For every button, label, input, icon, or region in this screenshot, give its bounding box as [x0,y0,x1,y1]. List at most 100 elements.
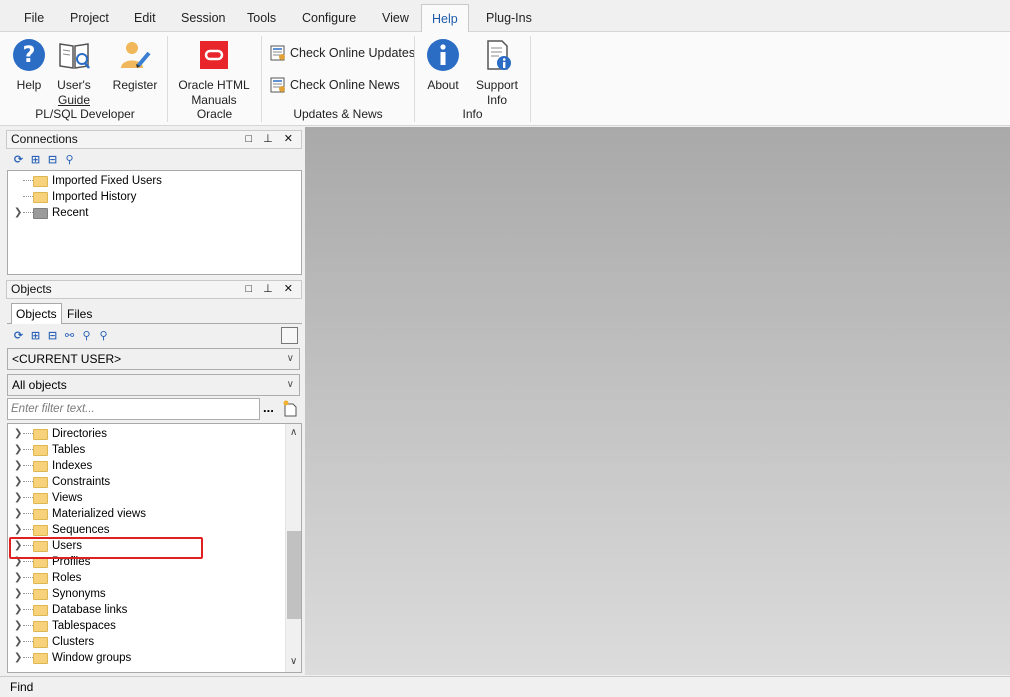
tree-node-synonyms[interactable]: ❯ Synonyms [8,586,283,602]
check-online-news-button[interactable]: Check Online News [270,74,400,96]
menu-view[interactable]: View [372,5,419,32]
connect-icon[interactable]: ⚲ [61,153,78,166]
news-icon [270,77,285,93]
chevron-right-icon[interactable]: ❯ [14,426,22,442]
tab-files[interactable]: Files [63,304,96,325]
connections-tree: Imported Fixed Users Imported History ❯ … [7,170,302,275]
check-online-updates-button[interactable]: Check Online Updates [270,42,415,64]
tree-node-clusters[interactable]: ❯ Clusters [8,634,283,650]
collapse-all-icon[interactable]: ⊟ [44,329,61,342]
objects-scrollbar[interactable]: ∧ ∨ [285,424,301,672]
filter-input[interactable]: Enter filter text... [7,398,260,420]
tree-node-label: Window groups [52,652,132,664]
tree-node-constraints[interactable]: ❯ Constraints [8,474,283,490]
users-guide-label-2: Guide [57,93,91,107]
chevron-right-icon[interactable]: ❯ [14,506,22,522]
panel-header-buttons[interactable]: □ ⊥ ✕ [245,131,297,148]
svg-text:?: ? [23,43,36,68]
scroll-down-icon[interactable]: ∨ [290,656,297,667]
scroll-up-icon[interactable]: ∧ [290,427,297,438]
object-type-select[interactable]: All objects ∨ [7,374,300,396]
tree-node-tablespaces[interactable]: ❯ Tablespaces [8,618,283,634]
chevron-right-icon[interactable]: ❯ [14,205,22,221]
tree-node-roles[interactable]: ❯ Roles [8,570,283,586]
menu-session[interactable]: Session [171,5,235,32]
oracle-html-manuals-button[interactable]: Oracle HTML Manuals [176,38,252,108]
support-label-2: Info [486,93,507,107]
new-filter-icon[interactable] [282,400,298,417]
menu-tools[interactable]: Tools [237,5,286,32]
chevron-right-icon[interactable]: ❯ [14,522,22,538]
folder-icon [33,493,48,504]
help-button[interactable]: ? Help [10,38,48,93]
oracle-html-label-2: Manuals [191,93,237,107]
chevron-right-icon[interactable]: ❯ [14,458,22,474]
chevron-right-icon[interactable]: ❯ [14,586,22,602]
tree-node-views[interactable]: ❯ Views [8,490,283,506]
chevron-right-icon[interactable]: ❯ [14,602,22,618]
support-label-1: Support [475,78,519,92]
menu-file[interactable]: File [14,5,54,32]
folder-icon [33,461,48,472]
support-info-button[interactable]: Support Info [472,38,522,108]
find-label[interactable]: Find [10,680,33,694]
menu-project[interactable]: Project [60,5,119,32]
find-binoculars-icon[interactable]: ⚯ [61,329,78,342]
expand-all-icon[interactable]: ⊞ [27,329,44,342]
filter-icon[interactable]: ⚲ [78,329,95,342]
menu-configure[interactable]: Configure [292,5,366,32]
chevron-right-icon[interactable]: ❯ [14,474,22,490]
expand-all-icon[interactable]: ⊞ [27,153,44,166]
tree-node-indexes[interactable]: ❯ Indexes [8,458,283,474]
chevron-right-icon[interactable]: ❯ [14,442,22,458]
about-button[interactable]: About [424,38,462,93]
chevron-right-icon[interactable]: ❯ [14,634,22,650]
register-button[interactable]: Register [110,38,160,93]
chevron-down-icon: ∨ [286,379,294,390]
refresh-icon[interactable]: ⟳ [10,153,27,166]
tree-node-label: Tables [52,444,86,456]
filter-options-button[interactable]: ... [263,400,274,415]
group-label-plsql: PL/SQL Developer [35,107,135,121]
toggle-checkbox[interactable] [281,327,298,344]
tree-node-label: Directories [52,428,107,440]
scrollbar-thumb[interactable] [287,531,301,619]
users-guide-button[interactable]: User's Guide [54,38,94,108]
collapse-all-icon[interactable]: ⊟ [44,153,61,166]
tree-node-label: Views [52,492,83,504]
refresh-icon[interactable]: ⟳ [10,329,27,342]
menu-edit[interactable]: Edit [124,5,166,32]
objects-title: Objects [11,282,52,296]
tree-node-window-groups[interactable]: ❯ Window groups [8,650,283,666]
menu-help[interactable]: Help [421,4,469,33]
tree-node-directories[interactable]: ❯ Directories [8,426,283,442]
objects-toolbar: ⟳ ⊞ ⊟ ⚯ ⚲ ⚲ [10,328,112,346]
tree-node[interactable]: Imported History [8,189,298,205]
chevron-right-icon[interactable]: ❯ [14,618,22,634]
tree-node-sequences[interactable]: ❯ Sequences [8,522,283,538]
tree-node-database-links[interactable]: ❯ Database links [8,602,283,618]
tree-node[interactable]: ❯ Recent [8,205,298,221]
info-icon [427,39,459,71]
tree-node-materialized-views[interactable]: ❯ Materialized views [8,506,283,522]
register-label: Register [112,78,158,92]
about-label: About [427,78,459,92]
oracle-logo-icon [200,41,228,69]
panel-header-buttons[interactable]: □ ⊥ ✕ [245,281,297,298]
chevron-right-icon[interactable]: ❯ [14,650,22,666]
connect-icon[interactable]: ⚲ [95,329,112,342]
menu-plug-ins[interactable]: Plug-Ins [476,5,542,32]
ribbon: ? Help User's Guide Register Oracle HTML… [0,32,1010,126]
chevron-down-icon: ∨ [286,353,294,364]
tree-node-label: Synonyms [52,588,106,600]
tree-node-tables[interactable]: ❯ Tables [8,442,283,458]
folder-icon [33,176,48,187]
chevron-right-icon[interactable]: ❯ [14,570,22,586]
connections-panel-header: Connections □ ⊥ ✕ [6,130,302,149]
tree-node[interactable]: Imported Fixed Users [8,173,298,189]
chevron-right-icon[interactable]: ❯ [14,490,22,506]
connections-toolbar: ⟳ ⊞ ⊟ ⚲ [10,152,78,170]
user-select[interactable]: <CURRENT USER> ∨ [7,348,300,370]
tab-objects[interactable]: Objects [11,303,62,324]
tree-node-label: Indexes [52,460,93,472]
